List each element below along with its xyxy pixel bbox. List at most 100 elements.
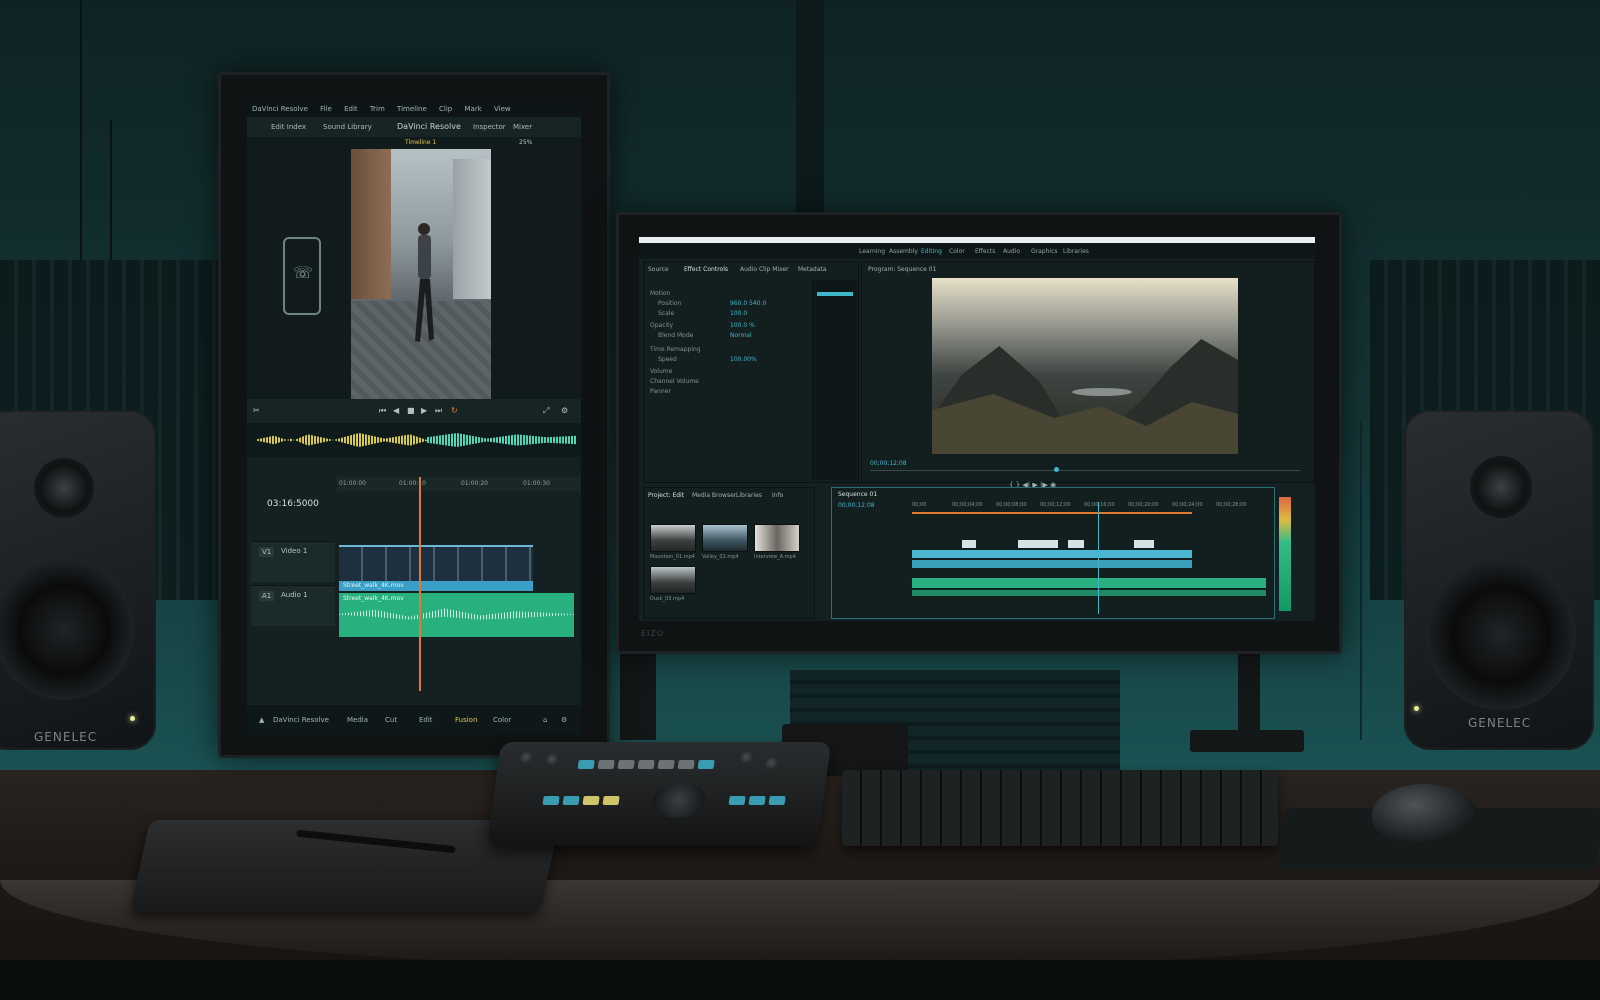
panel-tab[interactable]: Metadata xyxy=(798,266,826,273)
keyboard[interactable] xyxy=(842,770,1278,846)
menu-item[interactable]: DaVinci Resolve xyxy=(252,105,308,113)
timeline-ruler[interactable]: 00;00 00;00;04;00 00;00;08;00 00;00;12;0… xyxy=(912,502,1266,510)
controller-pad[interactable] xyxy=(768,796,786,805)
timeline-ruler[interactable]: 01:00:00 01:00:10 01:00:20 01:00:30 xyxy=(337,477,581,491)
keyframe-bar[interactable] xyxy=(817,292,853,296)
program-playhead[interactable] xyxy=(1054,467,1059,472)
effect-value[interactable]: 960.0 540.0 xyxy=(730,300,766,307)
page-tab[interactable]: Fusion xyxy=(455,716,477,724)
skip-forward-icon[interactable]: ⏭ xyxy=(435,406,442,416)
controller-knob[interactable] xyxy=(738,750,755,764)
program-scrubber[interactable] xyxy=(870,470,1300,471)
home-icon[interactable]: ⌂ xyxy=(543,716,547,724)
play-icon[interactable]: ▶ xyxy=(421,406,427,415)
loop-icon[interactable]: ↻ xyxy=(451,406,458,415)
jog-wheel[interactable] xyxy=(650,782,708,818)
editing-controller[interactable] xyxy=(486,742,832,846)
panel-tab[interactable]: Info xyxy=(772,492,783,499)
media-thumbnail[interactable] xyxy=(650,566,696,594)
panel-tab[interactable]: Effect Controls xyxy=(684,266,728,273)
menu-item[interactable]: Edit xyxy=(344,105,358,113)
video-clip[interactable] xyxy=(912,560,1192,568)
controller-pad[interactable] xyxy=(657,760,675,769)
toolbar-mixer[interactable]: Mixer xyxy=(513,123,532,131)
effect-value[interactable]: Normal xyxy=(730,332,752,339)
effect-value[interactable]: 100.0 xyxy=(730,310,747,317)
page-tab[interactable]: Media xyxy=(347,716,368,724)
fullscreen-icon[interactable]: ⤢ xyxy=(543,406,549,416)
controller-pad[interactable] xyxy=(562,796,580,805)
controller-pad[interactable] xyxy=(697,760,715,769)
workspace-tab[interactable]: Learning xyxy=(859,248,885,255)
toolbar-inspector[interactable]: Inspector xyxy=(473,123,506,131)
menu-item[interactable]: Clip xyxy=(439,105,452,113)
controller-pad[interactable] xyxy=(728,796,746,805)
audio-waveform-overview[interactable] xyxy=(247,423,581,457)
title-clip[interactable] xyxy=(1134,540,1154,548)
playhead[interactable] xyxy=(419,477,421,691)
sequence-tab[interactable]: Sequence 01 xyxy=(838,491,877,498)
controller-knob[interactable] xyxy=(763,756,780,770)
mouse[interactable] xyxy=(1372,784,1478,844)
menu-item[interactable]: Mark xyxy=(464,105,481,113)
page-tab[interactable]: Cut xyxy=(385,716,397,724)
track-header-video[interactable]: V1 Video 1 xyxy=(251,541,335,582)
controller-knob[interactable] xyxy=(518,750,535,764)
workspace-tab[interactable]: Assembly xyxy=(889,248,918,255)
media-thumbnail[interactable] xyxy=(702,524,748,552)
controller-pad[interactable] xyxy=(748,796,766,805)
blade-tool-icon[interactable]: ✂ xyxy=(253,406,260,415)
controller-pad[interactable] xyxy=(577,760,595,769)
panel-tab[interactable]: Audio Clip Mixer xyxy=(740,266,789,273)
menu-item[interactable]: Trim xyxy=(370,105,385,113)
track-header-audio[interactable]: A1 Audio 1 xyxy=(251,585,335,626)
page-tab[interactable]: Color xyxy=(493,716,511,724)
workspace-tab[interactable]: Audio xyxy=(1003,248,1020,255)
menu-item[interactable]: Timeline xyxy=(397,105,427,113)
play-reverse-icon[interactable]: ◀ xyxy=(393,406,399,415)
toolbar-sound-library[interactable]: Sound Library xyxy=(323,123,372,131)
panel-tab[interactable]: Project: Edit xyxy=(648,492,684,499)
workspace-tab[interactable]: Editing xyxy=(921,248,942,255)
audio-clip[interactable]: Street_walk_4K.mov xyxy=(339,593,574,637)
panel-tab[interactable]: Source xyxy=(648,266,669,273)
audio-clip[interactable] xyxy=(912,590,1266,596)
menu-item[interactable]: View xyxy=(494,105,511,113)
media-thumbnail[interactable] xyxy=(754,524,800,552)
controller-pad[interactable] xyxy=(582,796,600,805)
skip-back-icon[interactable]: ⏮ xyxy=(379,406,386,416)
effect-value[interactable]: 100.0 % xyxy=(730,322,755,329)
toolbar-edit-index[interactable]: Edit Index xyxy=(271,123,306,131)
panel-tab[interactable]: Media Browser xyxy=(692,492,736,499)
settings-icon[interactable]: ⚙ xyxy=(561,406,568,415)
controller-pad[interactable] xyxy=(637,760,655,769)
workspace-tab[interactable]: Libraries xyxy=(1063,248,1089,255)
controller-pad[interactable] xyxy=(617,760,635,769)
stop-icon[interactable]: ■ xyxy=(407,406,415,415)
settings-icon[interactable]: ⚙ xyxy=(561,716,567,724)
video-clip-label-bar[interactable]: Street_walk_4K.mov xyxy=(339,581,533,591)
controller-pad[interactable] xyxy=(597,760,615,769)
keyframe-area[interactable] xyxy=(812,280,857,480)
title-clip[interactable] xyxy=(1018,540,1058,548)
controller-knob[interactable] xyxy=(543,752,560,766)
media-thumbnail[interactable] xyxy=(650,524,696,552)
audio-clip[interactable] xyxy=(912,578,1266,588)
page-tab[interactable]: Edit xyxy=(419,716,433,724)
title-clip[interactable] xyxy=(1068,540,1084,548)
effect-name[interactable]: Motion xyxy=(650,290,670,297)
workspace-tab[interactable]: Graphics xyxy=(1031,248,1058,255)
timeline-playhead[interactable] xyxy=(1098,502,1099,614)
controller-pad[interactable] xyxy=(677,760,695,769)
workspace-tab[interactable]: Effects xyxy=(975,248,995,255)
workspace-tab[interactable]: Color xyxy=(949,248,965,255)
video-clip[interactable] xyxy=(912,550,1192,558)
effect-value[interactable]: 100.00% xyxy=(730,356,757,363)
work-area-bar[interactable] xyxy=(912,512,1192,514)
controller-pad[interactable] xyxy=(602,796,620,805)
zoom-level[interactable]: 25% xyxy=(519,139,532,146)
video-clip[interactable] xyxy=(339,545,533,583)
panel-tab[interactable]: Libraries xyxy=(736,492,762,499)
title-clip[interactable] xyxy=(962,540,976,548)
controller-pad[interactable] xyxy=(542,796,560,805)
